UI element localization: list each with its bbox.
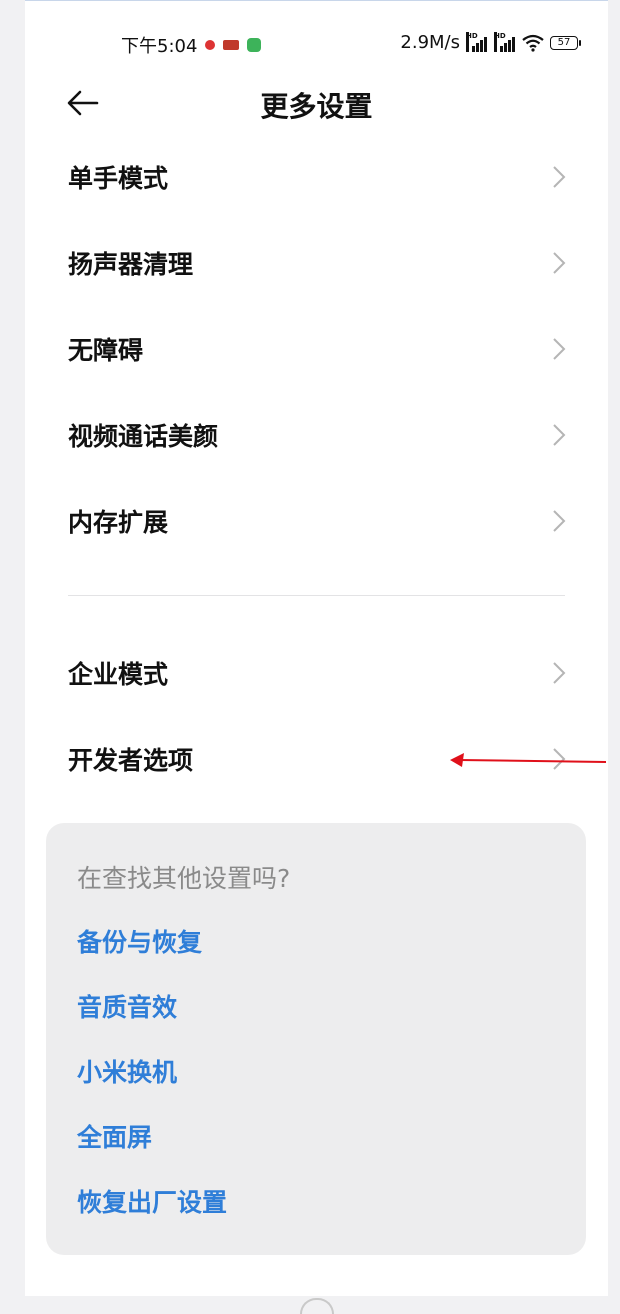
settings-item-label: 开发者选项 xyxy=(68,746,194,775)
settings-item-memory-extension[interactable]: 内存扩展 xyxy=(25,477,608,563)
chevron-right-icon xyxy=(553,748,566,770)
page-title: 更多设置 xyxy=(260,90,373,123)
chevron-right-icon xyxy=(553,510,566,532)
suggestion-link-sound-effects[interactable]: 音质音效 xyxy=(77,988,177,1024)
settings-item-one-hand-mode[interactable]: 单手模式 xyxy=(25,133,608,219)
settings-item-label: 无障碍 xyxy=(68,336,144,365)
suggestion-link-mi-mover[interactable]: 小米换机 xyxy=(77,1053,177,1089)
suggestion-link-factory-reset[interactable]: 恢复出厂设置 xyxy=(77,1183,227,1219)
signal-hd-icon-1: HD xyxy=(466,31,488,52)
settings-item-label: 企业模式 xyxy=(68,660,169,689)
suggestion-link-full-screen[interactable]: 全面屏 xyxy=(77,1118,152,1154)
status-time: 下午5:04 xyxy=(121,36,198,57)
settings-item-speaker-cleaning[interactable]: 扬声器清理 xyxy=(25,219,608,305)
header: 更多设置 xyxy=(25,79,608,127)
weibo-notification-icon xyxy=(205,40,216,50)
chevron-right-icon xyxy=(553,166,566,188)
hd-label: HD xyxy=(466,31,478,52)
settings-item-enterprise-mode[interactable]: 企业模式 xyxy=(25,629,608,715)
settings-list-1: 单手模式 扬声器清理 无障碍 视频通话美颜 内存扩展 xyxy=(25,133,608,563)
mi-notification-icon xyxy=(247,38,262,52)
home-indicator xyxy=(300,1298,334,1314)
settings-item-accessibility[interactable]: 无障碍 xyxy=(25,305,608,391)
suggestions-title: 在查找其他设置吗? xyxy=(77,864,291,893)
chevron-right-icon xyxy=(553,662,566,684)
settings-item-label: 视频通话美颜 xyxy=(68,422,219,451)
battery-icon: 57 xyxy=(550,35,581,50)
hd-label: HD xyxy=(494,31,506,52)
status-bar: 下午5:04 2.9M/s HD HD 57 xyxy=(25,29,608,59)
section-divider xyxy=(68,595,565,596)
suggestions-card: 在查找其他设置吗? 备份与恢复 音质音效 小米换机 全面屏 恢复出厂设置 xyxy=(46,823,586,1255)
settings-item-label: 扬声器清理 xyxy=(68,250,194,279)
chevron-right-icon xyxy=(553,338,566,360)
settings-screen: 下午5:04 2.9M/s HD HD 57 更多设置 单手模式 扬声器清理 无… xyxy=(25,0,608,1296)
wifi-icon xyxy=(522,34,544,52)
settings-item-label: 单手模式 xyxy=(68,164,169,193)
signal-hd-icon-2: HD xyxy=(494,31,516,52)
settings-item-label: 内存扩展 xyxy=(68,508,169,537)
suggestion-link-backup-restore[interactable]: 备份与恢复 xyxy=(77,923,202,959)
chevron-right-icon xyxy=(553,424,566,446)
settings-item-video-call-beauty[interactable]: 视频通话美颜 xyxy=(25,391,608,477)
settings-list-2: 企业模式 开发者选项 xyxy=(25,629,608,801)
settings-item-developer-options[interactable]: 开发者选项 xyxy=(25,715,608,801)
status-right: 2.9M/s HD HD 57 xyxy=(400,31,581,53)
network-speed: 2.9M/s xyxy=(400,32,460,53)
news-notification-icon xyxy=(223,40,240,50)
chevron-right-icon xyxy=(553,252,566,274)
status-left: 下午5:04 xyxy=(121,32,262,58)
